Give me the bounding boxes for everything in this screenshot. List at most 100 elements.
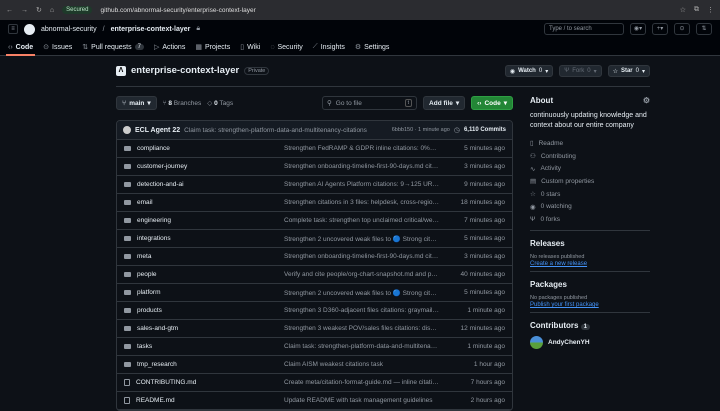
extensions-icon[interactable]: ⧉ [694,6,699,14]
watching-link[interactable]: ◉ 0 watching [530,200,650,213]
repo-name[interactable]: enterprise-context-layer [131,65,239,76]
tab-insights[interactable]: ⟋ Insights [313,38,345,56]
contributors-heading[interactable]: Contributors 1 [530,321,650,330]
file-name[interactable]: README.md [136,397,175,404]
file-row[interactable]: people Verify and cite people/org-chart-s… [117,266,512,284]
tab-issues[interactable]: ⊙ Issues [43,38,72,56]
commit-message[interactable]: Claim task: strengthen-platform-data-and… [284,343,447,350]
file-row[interactable]: sales-and-gtm Strengthen 3 weakest POV/sa… [117,320,512,338]
add-file-button[interactable]: Add file ▾ [423,96,466,110]
commit-message[interactable]: Strengthen 2 uncovered weak files to 🔵 S… [284,289,447,297]
tab-security[interactable]: ◌ Security [270,38,302,56]
file-name[interactable]: integrations [137,235,171,242]
reload-icon[interactable]: ↻ [36,6,42,14]
address-bar[interactable]: github.com/abnormal-security/enterprise-… [100,7,255,14]
commit-message[interactable]: Strengthen citations in 3 files: helpdes… [284,199,447,206]
commit-message[interactable]: Verify and cite people/org-chart-snapsho… [284,271,447,278]
readme-link[interactable]: ▯ Readme [530,137,650,150]
tags-link[interactable]: ◇ 0 Tags [207,99,233,107]
file-name[interactable]: people [137,271,157,278]
commit-message[interactable]: Strengthen onboarding-timeline-first-90-… [284,253,447,260]
file-name[interactable]: meta [137,253,151,260]
file-name[interactable]: engineering [137,217,171,224]
commits-link[interactable]: 6,110 Commits [464,127,506,133]
commit-message[interactable]: Complete task: strengthen top unclaimed … [284,217,447,224]
file-name[interactable]: detection-and-ai [137,181,184,188]
commit-message[interactable]: Strengthen FedRAMP & GDPR inline citatio… [284,145,447,152]
create-new-button[interactable]: +▾ [652,23,668,35]
code-button[interactable]: ‹› Code ▾ [471,96,513,110]
file-row[interactable]: products Strengthen 3 D360-adjacent files… [117,302,512,320]
file-row[interactable]: customer-journey Strengthen onboarding-ti… [117,158,512,176]
releases-heading[interactable]: Releases [530,239,650,248]
commit-sha-time[interactable]: 6bbb150 · 1 minute ago [392,127,450,133]
file-name[interactable]: CONTRIBUTING.md [136,379,196,386]
commit-message[interactable]: Update README with task management guide… [284,397,447,404]
commit-message[interactable]: Strengthen onboarding-timeline-first-90-… [284,163,447,170]
file-name[interactable]: sales-and-gtm [137,325,178,332]
commit-message[interactable]: Strengthen 3 weakest POV/sales files cit… [284,325,447,332]
tab-pull-requests[interactable]: ⇅ Pull requests 7 [82,38,144,56]
publish-package-link[interactable]: Publish your first package [530,302,599,308]
branches-link[interactable]: ⑂ 8 Branches [163,100,202,107]
search-input[interactable]: Type / to search [544,23,624,35]
back-icon[interactable]: ← [6,7,13,14]
file-name[interactable]: tasks [137,343,152,350]
secured-badge[interactable]: Secured [62,6,93,14]
file-name[interactable]: customer-journey [137,163,187,170]
commit-message[interactable]: Strengthen 2 uncovered weak files to 🔵 S… [284,235,447,243]
go-to-file-input[interactable]: ⚲ Go to file t [322,96,418,110]
file-row[interactable]: integrations Strengthen 2 uncovered weak … [117,230,512,248]
file-row[interactable]: CONTRIBUTING.md Create meta/citation-form… [117,374,512,392]
commit-message[interactable]: Claim AISM weakest citations task [284,361,447,368]
issues-icon[interactable]: ⊙ [674,23,690,35]
file-row[interactable]: compliance Strengthen FedRAMP & GDPR inli… [117,140,512,158]
commit-message[interactable]: Strengthen AI Agents Platform citations:… [284,181,447,188]
commit-message[interactable]: Strengthen 3 D360-adjacent files citatio… [284,307,447,314]
contributing-link[interactable]: ⚇ Contributing [530,150,650,163]
file-row[interactable]: meta Strengthen onboarding-timeline-first… [117,248,512,266]
branch-selector[interactable]: ⑂ main ▾ [116,96,157,110]
file-name[interactable]: email [137,199,153,206]
tab-wiki[interactable]: ▯ Wiki [240,38,260,56]
commit-author[interactable]: ECL Agent 22 [135,127,180,134]
home-icon[interactable]: ⌂ [50,7,54,14]
file-name[interactable]: tmp_research [137,361,177,368]
packages-heading[interactable]: Packages [530,280,650,289]
file-row[interactable]: tmp_research Claim AISM weakest citations… [117,356,512,374]
star-icon[interactable]: ☆ [680,6,686,14]
file-row[interactable]: platform Strengthen 2 uncovered weak file… [117,284,512,302]
tab-actions[interactable]: ▷ Actions [154,38,185,56]
commit-message[interactable]: Create meta/citation-format-guide.md — i… [284,379,447,386]
copilot-button[interactable]: ◉▾ [630,23,646,35]
activity-link[interactable]: ∿ Activity [530,162,650,175]
gear-icon[interactable]: ⚙ [643,96,650,105]
file-row[interactable]: email Strengthen citations in 3 files: he… [117,194,512,212]
forward-icon[interactable]: → [21,7,28,14]
tab-settings[interactable]: ⚙ Settings [355,38,390,56]
custom-properties-link[interactable]: ▤ Custom properties [530,175,650,188]
commit-message[interactable]: Claim task: strengthen-platform-data-and… [184,127,388,134]
repo-link[interactable]: enterprise-context-layer [111,26,191,33]
pull-requests-icon[interactable]: ⇅ [696,23,712,35]
file-name[interactable]: platform [137,289,160,296]
hamburger-menu-icon[interactable]: ≡ [8,24,18,34]
stars-link[interactable]: ☆ 0 stars [530,188,650,201]
file-name[interactable]: products [137,307,162,314]
owner-link[interactable]: abnormal-security [41,26,97,33]
star-button[interactable]: ☆ Star 0 ▾ [607,65,650,77]
tab-code[interactable]: ‹› Code [5,38,36,56]
create-release-link[interactable]: Create a new release [530,261,587,267]
tab-projects[interactable]: ▦ Projects [195,38,230,56]
file-row[interactable]: README.md Update README with task managem… [117,392,512,410]
file-row[interactable]: tasks Claim task: strengthen-platform-dat… [117,338,512,356]
file-row[interactable]: engineering Complete task: strengthen top… [117,212,512,230]
fork-button[interactable]: Ψ Fork 0 ▾ [559,65,602,77]
menu-icon[interactable]: ⋮ [707,6,714,14]
github-logo-icon[interactable] [24,23,35,35]
contributor[interactable]: AndyChenYH [530,335,650,349]
file-name[interactable]: compliance [137,145,170,152]
file-row[interactable]: detection-and-ai Strengthen AI Agents Pla… [117,176,512,194]
forks-link[interactable]: Ψ 0 forks [530,213,650,226]
watch-button[interactable]: ◉ Watch 0 ▾ [504,65,554,77]
